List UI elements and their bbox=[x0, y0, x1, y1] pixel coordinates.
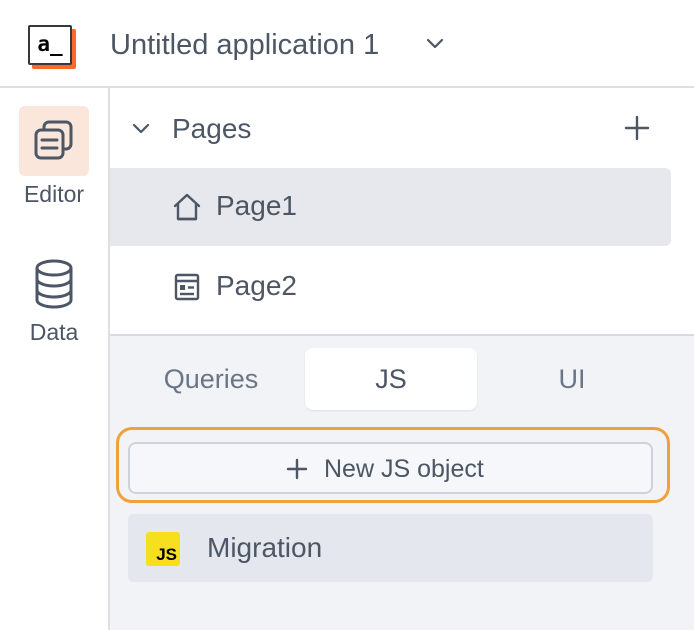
page-item-label: Page1 bbox=[216, 190, 297, 221]
rail-label-editor: Editor bbox=[23, 181, 85, 207]
left-rail: Editor Data bbox=[0, 88, 110, 630]
tab-ui[interactable]: UI bbox=[482, 348, 662, 410]
plus-icon bbox=[286, 458, 308, 480]
editor-icon bbox=[34, 120, 73, 160]
page-item-page1[interactable]: Page1 bbox=[110, 168, 671, 246]
app-header: a_ Untitled application 1 bbox=[0, 0, 694, 88]
home-icon bbox=[173, 193, 201, 221]
new-js-object-label: New JS object bbox=[324, 455, 484, 483]
database-icon bbox=[35, 259, 73, 309]
rail-item-editor[interactable]: Editor bbox=[0, 106, 108, 208]
page-item-label: Page2 bbox=[216, 270, 297, 301]
pages-section-title: Pages bbox=[172, 113, 252, 144]
chevron-down-icon[interactable] bbox=[424, 33, 446, 55]
logo-mark: a_ bbox=[28, 25, 72, 65]
tab-js[interactable]: JS bbox=[305, 348, 477, 410]
page-item-page2[interactable]: Page2 bbox=[110, 248, 671, 326]
rail-icon-box bbox=[19, 106, 89, 176]
js-object-item-migration[interactable]: JS Migration bbox=[128, 514, 653, 582]
rail-item-data[interactable]: Data bbox=[0, 254, 108, 346]
tab-queries[interactable]: Queries bbox=[122, 348, 300, 410]
rail-label-data: Data bbox=[29, 319, 79, 345]
page-icon bbox=[174, 273, 200, 301]
js-badge-text: JS bbox=[156, 545, 177, 564]
js-file-icon: JS bbox=[146, 532, 180, 566]
app-title[interactable]: Untitled application 1 bbox=[110, 26, 379, 64]
rail-icon-box bbox=[19, 254, 89, 314]
chevron-down-icon[interactable] bbox=[130, 118, 152, 140]
add-page-icon[interactable] bbox=[624, 115, 650, 141]
segmented-tabs: Queries JS UI bbox=[122, 348, 669, 412]
js-object-label: Migration bbox=[207, 532, 323, 563]
appsmith-logo[interactable]: a_ bbox=[28, 25, 76, 69]
new-js-object-button[interactable]: New JS object bbox=[128, 442, 653, 494]
